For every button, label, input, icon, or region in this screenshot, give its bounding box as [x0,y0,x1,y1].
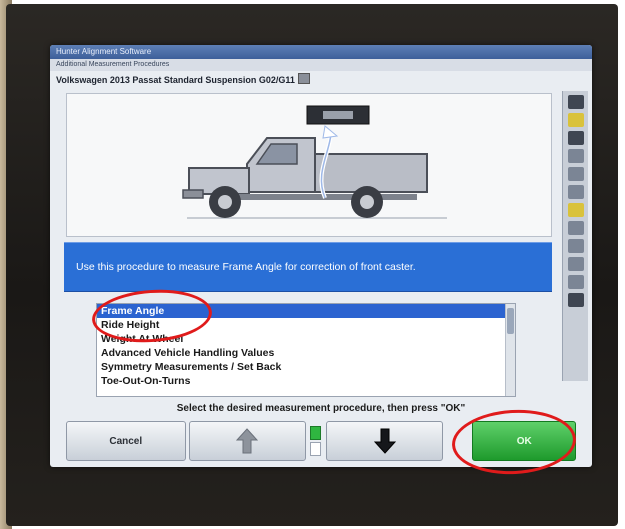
truck-illustration-svg [182,105,447,219]
toolbar-folder-icon[interactable] [567,203,584,217]
instruction-bar: Use this procedure to measure Frame Angl… [64,242,552,292]
vehicle-title: Volkswagen 2013 Passat Standard Suspensi… [56,73,310,87]
toolbar-print-icon[interactable] [567,239,584,253]
toolbar-tools-icon[interactable] [567,185,584,199]
toolbar-help-icon[interactable] [567,293,584,307]
toolbar-pencil-icon[interactable] [567,113,584,127]
selection-indicator [309,421,323,461]
dialog-title: Additional Measurement Procedures [50,59,592,71]
list-scrollbar-thumb[interactable] [507,308,514,334]
list-item-symmetry-measurements[interactable]: Symmetry Measurements / Set Back [97,360,515,374]
list-item-toe-out-on-turns[interactable]: Toe-Out-On-Turns [97,374,515,388]
arrow-up-icon [236,428,259,454]
toolbar-wheel-icon[interactable] [567,275,584,289]
window-title: Hunter Alignment Software [50,45,592,59]
instruction-text: Use this procedure to measure Frame Angl… [76,261,416,273]
toolbar-gauge-icon[interactable] [567,149,584,163]
toolbar-measure-icon[interactable] [567,131,584,145]
indicator-green [310,426,322,440]
cancel-button-label: Cancel [109,435,143,447]
side-toolbar [562,91,588,381]
indicator-blank [310,442,322,456]
move-down-button[interactable] [325,421,444,461]
truck-illustration [66,93,552,237]
toolbar-zoom-icon[interactable] [567,167,584,181]
cancel-button[interactable]: Cancel [66,421,186,461]
screen: Hunter Alignment Software Additional Mea… [50,45,592,467]
move-up-button[interactable] [188,421,306,461]
list-item-advanced-vehicle-handling[interactable]: Advanced Vehicle Handling Values [97,346,515,360]
vehicle-title-text: Volkswagen 2013 Passat Standard Suspensi… [56,75,295,85]
toolbar-settings-icon[interactable] [567,221,584,235]
toolbar-report-icon[interactable] [567,257,584,271]
vehicle-info-icon[interactable] [297,73,310,84]
list-scrollbar[interactable] [505,304,515,396]
arrow-down-icon [373,428,396,454]
toolbar-scroll-up-icon[interactable] [567,95,584,109]
